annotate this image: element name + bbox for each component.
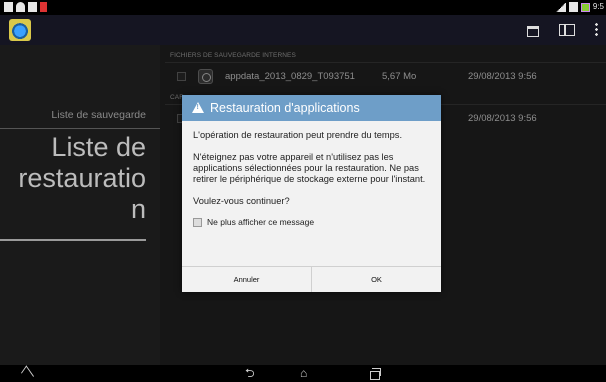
status-system-icons: 9:5 (555, 2, 604, 12)
status-notification-icons (4, 2, 47, 12)
overflow-menu-icon[interactable] (595, 22, 598, 36)
calendar-icon[interactable] (527, 25, 539, 37)
status-time: 9:5 (592, 2, 604, 11)
dialog-buttons: Annuler OK (182, 266, 441, 292)
checkbox-label: Ne plus afficher ce message (207, 217, 315, 227)
action-bar-actions (527, 22, 598, 37)
sidebar-item-restore-list[interactable]: Liste de restauratio n (0, 132, 146, 225)
columns-icon[interactable] (559, 24, 575, 36)
action-bar (0, 15, 606, 45)
dialog-header: Restauration d'applications (182, 95, 441, 121)
back-icon[interactable]: ⮌ (245, 367, 261, 380)
document-icon (4, 2, 13, 12)
dialog-message: L'opération de restauration peut prendre… (193, 130, 403, 140)
dont-show-again-checkbox[interactable]: Ne plus afficher ce message (193, 217, 430, 228)
tablet-icon (568, 2, 578, 12)
dialog-title: Restauration d'applications (210, 101, 360, 115)
sidebar-selected-indicator (0, 239, 146, 241)
sidebar: Liste de sauvegarde Liste de restauratio… (0, 45, 160, 365)
restore-dialog: Restauration d'applications L'opération … (182, 95, 441, 292)
sidebar-divider (0, 128, 160, 129)
collapse-icon[interactable] (20, 367, 34, 380)
dialog-body: L'opération de restauration peut prendre… (182, 121, 441, 228)
backup-app-icon[interactable] (9, 19, 31, 41)
sidebar-big-label-line: Liste de (51, 132, 146, 162)
status-bar: 9:5 (0, 0, 606, 15)
sidebar-big-label-line: restauratio (18, 163, 146, 193)
ok-button[interactable]: OK (311, 267, 441, 292)
home-icon[interactable]: ⌂ (300, 367, 314, 380)
dialog-message: N'éteignez pas votre appareil et n'utili… (193, 152, 426, 184)
sidebar-item-backup-list[interactable]: Liste de sauvegarde (51, 109, 146, 121)
signal-icon (555, 2, 566, 12)
navigation-bar: ⮌ ⌂ (0, 365, 606, 382)
cancel-button[interactable]: Annuler (182, 267, 311, 292)
photo-icon (28, 2, 37, 12)
wifi-icon (16, 2, 25, 12)
warning-icon (192, 102, 204, 113)
checkbox-box[interactable] (193, 218, 202, 227)
battery-icon (580, 2, 590, 12)
warning-icon (40, 2, 47, 12)
recent-apps-icon[interactable] (368, 367, 381, 380)
dialog-question: Voulez-vous continuer? (193, 196, 290, 206)
sidebar-big-label-line: n (130, 194, 146, 224)
